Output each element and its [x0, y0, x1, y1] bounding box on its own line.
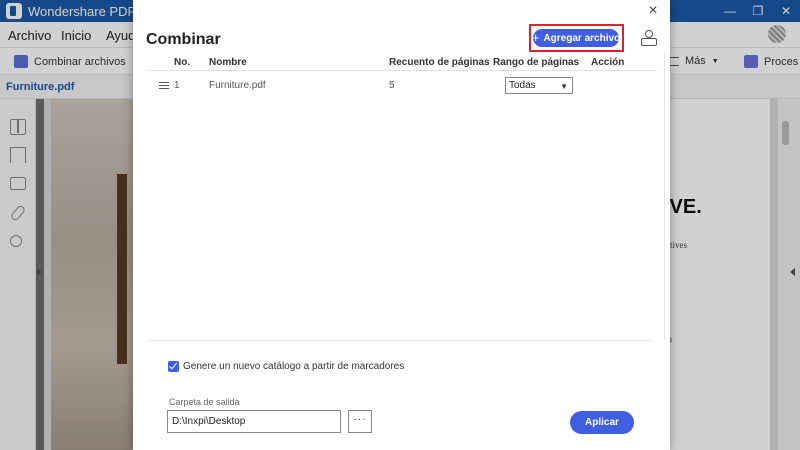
page-range-value: Todas: [509, 80, 536, 91]
table-row: 1 Furniture.pdf 5 Todas ▼: [147, 74, 657, 96]
browse-folder-button[interactable]: ···: [348, 410, 372, 433]
row-file-name: Furniture.pdf: [209, 80, 266, 91]
add-file-button[interactable]: + Agregar archivo: [531, 29, 621, 47]
page-range-select[interactable]: Todas ▼: [505, 77, 573, 94]
table-header: No. Nombre Recuento de páginas Rango de …: [147, 53, 657, 71]
apply-label: Aplicar: [585, 417, 619, 428]
divider: [149, 340, 651, 341]
output-folder-label: Carpeta de salida: [169, 397, 240, 407]
close-icon[interactable]: ×: [646, 3, 660, 19]
column-header-no: No.: [174, 57, 191, 68]
chevron-down-icon: ▼: [560, 82, 568, 91]
column-header-action: Acción: [591, 57, 625, 68]
column-header-name: Nombre: [209, 57, 247, 68]
dialog-title: Combinar: [146, 31, 221, 48]
drag-handle-icon[interactable]: [159, 82, 169, 89]
apply-button[interactable]: Aplicar: [570, 411, 634, 434]
row-number: 1: [174, 80, 180, 91]
settings-icon[interactable]: [641, 30, 657, 46]
column-header-page-count: Recuento de páginas: [389, 57, 490, 68]
combine-dialog: × Combinar + Agregar archivo No. Nombre …: [133, 0, 670, 450]
row-page-count: 5: [389, 80, 395, 91]
output-folder-input[interactable]: D:\Inxpi\Desktop: [167, 410, 341, 433]
plus-icon: +: [531, 30, 540, 45]
column-header-page-range: Rango de páginas: [493, 57, 580, 68]
add-file-label: Agregar archivo: [543, 32, 621, 44]
bookmark-catalog-checkbox[interactable]: [168, 361, 179, 372]
table-scroll-edge: [664, 53, 665, 340]
bookmark-catalog-label: Genere un nuevo catálogo a partir de mar…: [183, 361, 405, 372]
